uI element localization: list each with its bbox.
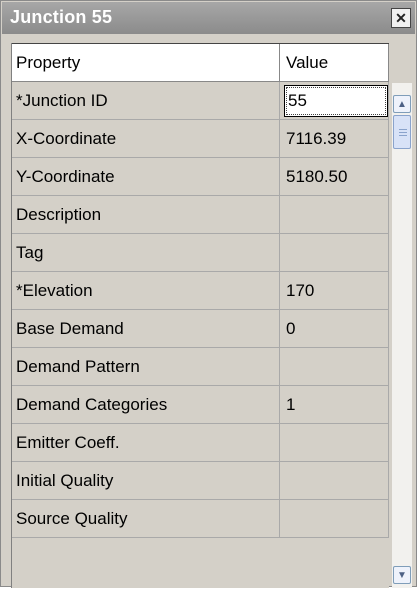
- grid-row-y-coordinate[interactable]: Y-Coordinate 5180.50: [12, 158, 389, 196]
- vertical-scrollbar[interactable]: ▲ ▼: [392, 83, 412, 588]
- grid-row-demand-pattern[interactable]: Demand Pattern: [12, 348, 389, 386]
- grid-row-demand-categories[interactable]: Demand Categories 1: [12, 386, 389, 424]
- property-label: *Elevation: [12, 272, 280, 309]
- property-label: Demand Categories: [12, 386, 280, 423]
- property-value[interactable]: [280, 462, 389, 499]
- grid-row-description[interactable]: Description: [12, 196, 389, 234]
- window-title: Junction 55: [10, 7, 113, 27]
- junction-properties-window: Junction 55 ✕ Property Value *Junction I…: [0, 0, 417, 588]
- grid-row-source-quality[interactable]: Source Quality: [12, 500, 389, 538]
- property-label: Tag: [12, 234, 280, 271]
- property-label: Y-Coordinate: [12, 158, 280, 195]
- chevron-up-icon: ▲: [397, 98, 407, 110]
- property-label: Description: [12, 196, 280, 233]
- property-value[interactable]: [280, 234, 389, 271]
- title-bar[interactable]: Junction 55 ✕: [2, 2, 415, 34]
- property-value[interactable]: [280, 424, 389, 461]
- property-label: Source Quality: [12, 500, 280, 537]
- grip-line: [399, 129, 407, 130]
- property-value[interactable]: [280, 500, 389, 537]
- grip-line: [399, 132, 407, 133]
- header-property[interactable]: Property: [12, 44, 280, 81]
- property-value[interactable]: [280, 196, 389, 233]
- property-value[interactable]: 5180.50: [280, 158, 389, 195]
- grid-row-initial-quality[interactable]: Initial Quality: [12, 462, 389, 500]
- property-value[interactable]: 0: [280, 310, 389, 347]
- property-label: X-Coordinate: [12, 120, 280, 157]
- property-label: Base Demand: [12, 310, 280, 347]
- grid-row-x-coordinate[interactable]: X-Coordinate 7116.39: [12, 120, 389, 158]
- close-icon: ✕: [395, 9, 407, 26]
- scroll-down-button[interactable]: ▼: [393, 566, 411, 584]
- property-value[interactable]: [280, 348, 389, 385]
- header-value[interactable]: Value: [280, 44, 389, 81]
- scroll-thumb[interactable]: [393, 115, 411, 149]
- scroll-up-button[interactable]: ▲: [393, 95, 411, 113]
- grid-row-junction-id[interactable]: *Junction ID 55: [12, 82, 389, 120]
- property-label: Demand Pattern: [12, 348, 280, 385]
- grid-header: Property Value: [12, 43, 389, 82]
- property-label: *Junction ID: [12, 82, 280, 119]
- property-grid: Property Value *Junction ID 55 X-Coordin…: [11, 43, 389, 588]
- close-button[interactable]: ✕: [391, 8, 411, 28]
- grid-row-emitter-coeff[interactable]: Emitter Coeff.: [12, 424, 389, 462]
- grid-row-elevation[interactable]: *Elevation 170: [12, 272, 389, 310]
- grip-line: [399, 135, 407, 136]
- junction-id-input[interactable]: 55: [284, 85, 388, 117]
- property-label: Initial Quality: [12, 462, 280, 499]
- grid-row-tag[interactable]: Tag: [12, 234, 389, 272]
- property-value[interactable]: 1: [280, 386, 389, 423]
- property-label: Emitter Coeff.: [12, 424, 280, 461]
- property-value[interactable]: 7116.39: [280, 120, 389, 157]
- grid-row-base-demand[interactable]: Base Demand 0: [12, 310, 389, 348]
- grid-rows: *Junction ID 55 X-Coordinate 7116.39 Y-C…: [12, 82, 389, 538]
- chevron-down-icon: ▼: [397, 569, 407, 581]
- property-value[interactable]: 170: [280, 272, 389, 309]
